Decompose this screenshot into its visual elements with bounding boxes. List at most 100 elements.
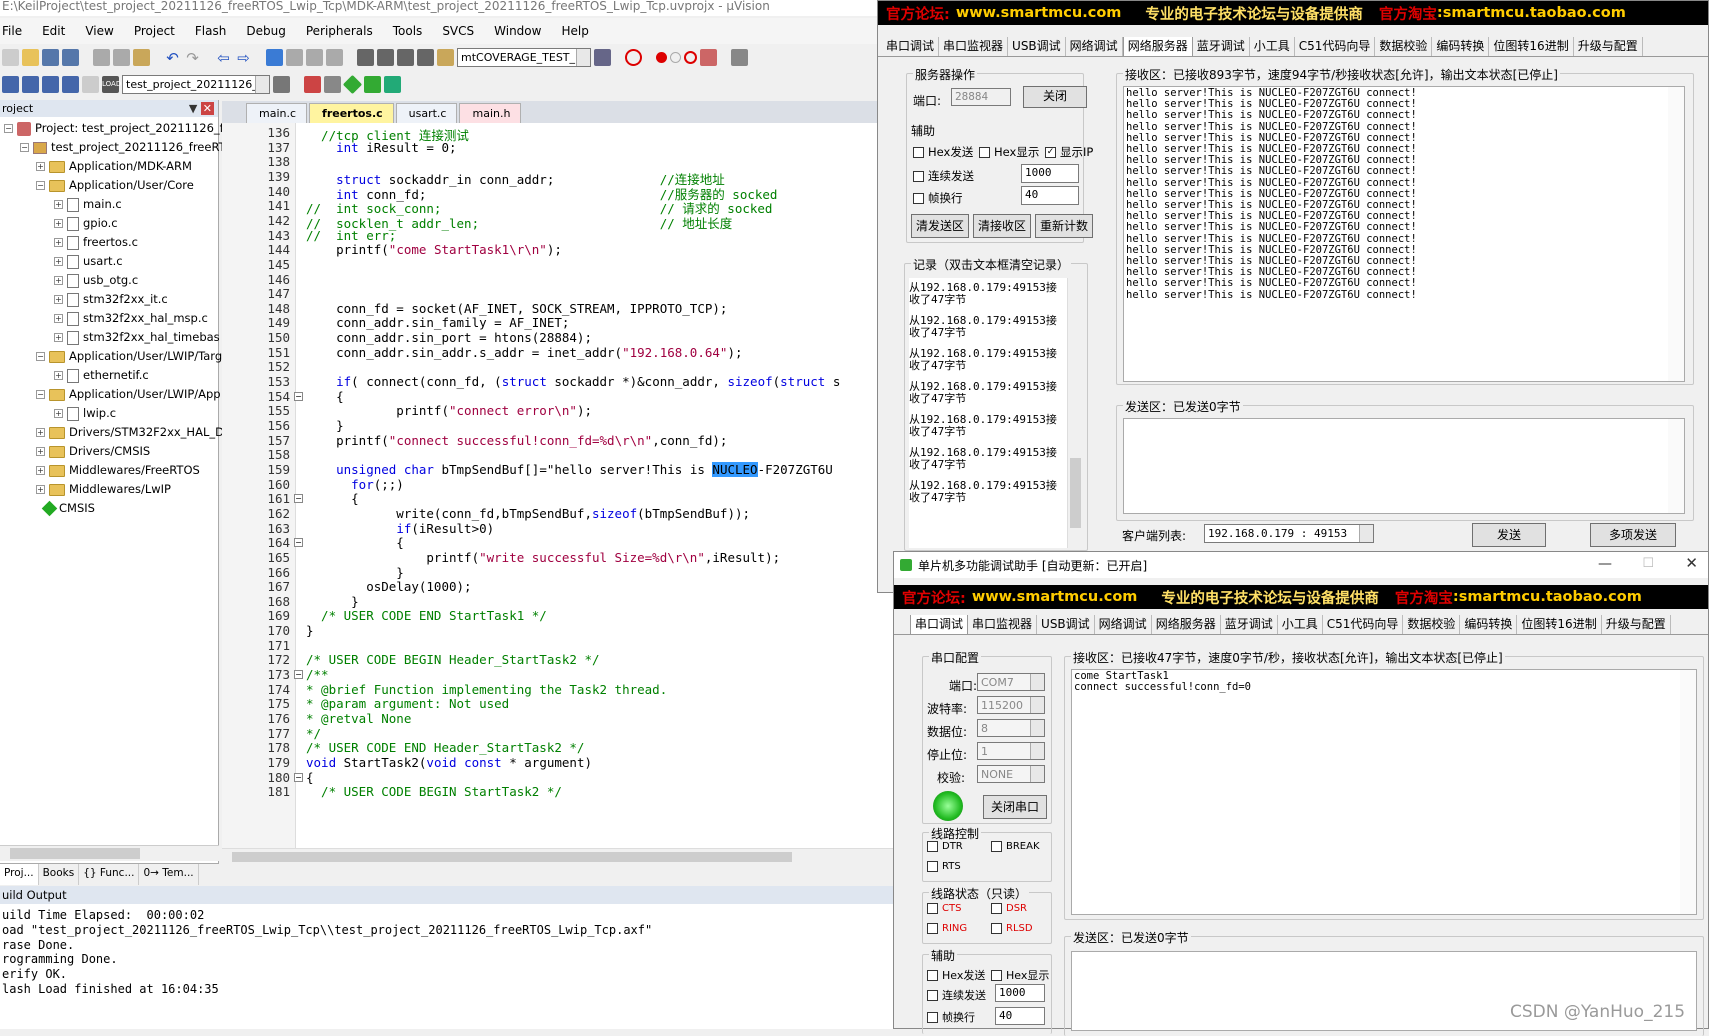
dtr-checkbox[interactable]: DTR (927, 841, 963, 852)
tree-group[interactable]: + Application/MDK-ARM (36, 157, 192, 176)
bookmark-next-icon[interactable] (306, 48, 323, 66)
nav-forward-icon[interactable]: ⇨ (235, 49, 252, 67)
tree-file[interactable]: + stm32f2xx_hal_timebas (54, 328, 220, 347)
break-checkbox[interactable]: BREAK (991, 841, 1040, 852)
helper-tab-7[interactable]: C51代码向导 (1323, 615, 1404, 634)
tree-group[interactable]: − Application/User/LWIP/App (36, 385, 221, 404)
helper-tab-0[interactable]: 串口调试 (910, 615, 969, 634)
new-file-icon[interactable] (2, 48, 19, 66)
cut-icon[interactable] (93, 48, 110, 66)
tree-file[interactable]: + usb_otg.c (54, 271, 138, 290)
tree-group[interactable]: + Middlewares/LwIP (36, 480, 171, 499)
menu-file[interactable]: File (0, 24, 32, 38)
menu-flash[interactable]: Flash (185, 24, 236, 38)
server-multi-send-button[interactable]: 多项发送 (1590, 523, 1676, 547)
server-send-scrollbar[interactable] (1668, 419, 1684, 513)
manage-rte-icon[interactable] (384, 75, 401, 93)
project-tab-1[interactable]: Books (39, 864, 80, 885)
serial-port-combo[interactable]: COM7 (977, 673, 1045, 691)
find-combo[interactable]: mtCOVERAGE_TEST_MAR (457, 47, 591, 67)
breakpoint-remove-icon[interactable] (700, 48, 717, 66)
server-frame-input[interactable]: 40 (1021, 186, 1079, 205)
serial-stopbits-combo[interactable]: 1 (977, 742, 1045, 760)
save-icon[interactable] (42, 48, 59, 66)
serial-frame-checkbox[interactable]: 帧换行 (927, 1009, 975, 1025)
batch-build-icon[interactable] (62, 75, 79, 93)
server-log-scrollbar[interactable] (1067, 278, 1083, 548)
helper-tab-9[interactable]: 编码转换 (1432, 37, 1490, 56)
helper-tab-1[interactable]: 串口监视器 (939, 37, 1009, 56)
tree-group[interactable]: − Application/User/Core (36, 176, 194, 195)
server-hex-show-checkbox[interactable]: Hex显示 (979, 144, 1039, 160)
fold-toggle-icon[interactable]: − (294, 670, 303, 680)
tree-hscrollbar[interactable] (0, 845, 219, 861)
menu-peripherals[interactable]: Peripherals (296, 24, 383, 38)
tree-file[interactable]: + gpio.c (54, 214, 118, 233)
tree-group[interactable]: − test_project_20211126_freeRTOS (20, 138, 242, 157)
server-frame-checkbox[interactable]: 帧换行 (913, 190, 963, 206)
find-in-files-icon[interactable] (437, 48, 454, 66)
server-recount-button[interactable]: 重新计数 (1035, 214, 1093, 238)
editor-tab-freertos-c[interactable]: freertos.c (309, 103, 394, 123)
expand-toggle-icon[interactable]: + (36, 466, 45, 475)
manage-books-icon[interactable] (324, 75, 341, 93)
menu-help[interactable]: Help (551, 24, 598, 38)
comment-icon[interactable] (397, 48, 414, 66)
menu-edit[interactable]: Edit (32, 24, 75, 38)
server-send-button[interactable]: 发送 (1472, 523, 1546, 547)
project-tab-3[interactable]: 0→ Tem... (139, 864, 199, 885)
breakpoint-disable-icon[interactable] (670, 51, 681, 63)
fold-toggle-icon[interactable]: − (294, 538, 303, 548)
project-tab-0[interactable]: Proj... (0, 864, 39, 885)
menu-svcs[interactable]: SVCS (432, 24, 484, 38)
expand-toggle-icon[interactable]: + (54, 371, 63, 380)
expand-toggle-icon[interactable]: + (54, 238, 63, 247)
expand-toggle-icon[interactable]: + (54, 409, 63, 418)
target-options-icon[interactable] (273, 75, 290, 93)
stop-build-icon[interactable] (82, 75, 99, 93)
server-clear-recv-button[interactable]: 清接收区 (973, 214, 1031, 238)
helper-tab-8[interactable]: 数据校验 (1375, 37, 1433, 56)
serial-parity-combo[interactable]: NONE (977, 765, 1045, 783)
expand-toggle-icon[interactable]: − (36, 181, 45, 190)
indent-icon[interactable] (357, 48, 374, 66)
menu-debug[interactable]: Debug (236, 24, 295, 38)
banner-shop-url[interactable]: :smartmcu.taobao.com (1437, 5, 1626, 21)
expand-toggle-icon[interactable]: + (54, 276, 63, 285)
expand-toggle-icon[interactable]: + (36, 485, 45, 494)
editor-tab-main-h[interactable]: main.h (459, 103, 522, 123)
server-hex-send-checkbox[interactable]: Hex发送 (913, 144, 973, 160)
save-all-icon[interactable] (62, 48, 79, 66)
menu-view[interactable]: View (75, 24, 123, 38)
unindent-icon[interactable] (377, 48, 394, 66)
helper-tab-4[interactable]: 网络服务器 (1122, 37, 1193, 56)
code-editor[interactable]: 136 //tcp client 连接测试 137 int iResult = 0… (222, 123, 900, 864)
fold-toggle-icon[interactable]: − (294, 391, 303, 401)
download-icon[interactable]: LOAD (102, 75, 121, 93)
copy-icon[interactable] (113, 48, 130, 66)
expand-toggle-icon[interactable]: − (20, 143, 29, 152)
server-recv-scrollbar[interactable] (1668, 87, 1684, 381)
expand-toggle-icon[interactable]: + (54, 257, 63, 266)
helper-tab-5[interactable]: 蓝牙调试 (1221, 615, 1278, 634)
tree-file[interactable]: + main.c (54, 195, 122, 214)
helper-tab-10[interactable]: 位图转16进制 (1517, 615, 1602, 634)
serial-hex-show-checkbox[interactable]: Hex显示 (991, 967, 1049, 983)
server-cont-interval-input[interactable]: 1000 (1021, 164, 1079, 183)
editor-hscrollbar[interactable] (222, 848, 900, 864)
helper-tab-11[interactable]: 升级与配置 (1574, 37, 1643, 56)
tree-group[interactable]: + Drivers/CMSIS (36, 442, 150, 461)
server-client-combo[interactable]: 192.168.0.179 : 49153 (1204, 524, 1374, 543)
helper-tab-10[interactable]: 位图转16进制 (1489, 37, 1574, 56)
bookmark-clear-icon[interactable] (326, 48, 343, 66)
banner-forum-url[interactable]: www.smartmcu.com (956, 5, 1122, 21)
serial-cont-interval-input[interactable]: 1000 (995, 984, 1045, 1002)
serial-hex-send-checkbox[interactable]: Hex发送 (927, 967, 985, 983)
debug-icon[interactable] (625, 48, 642, 66)
incremental-find-icon[interactable] (594, 48, 611, 66)
tree-group[interactable]: + Drivers/STM32F2xx_HAL_Dr (36, 423, 229, 442)
window-layout-icon[interactable] (731, 48, 748, 66)
helper-tab-1[interactable]: 串口监视器 (968, 615, 1038, 634)
helper-tab-4[interactable]: 网络服务器 (1152, 615, 1221, 634)
tree-group[interactable]: CMSIS (41, 499, 95, 518)
